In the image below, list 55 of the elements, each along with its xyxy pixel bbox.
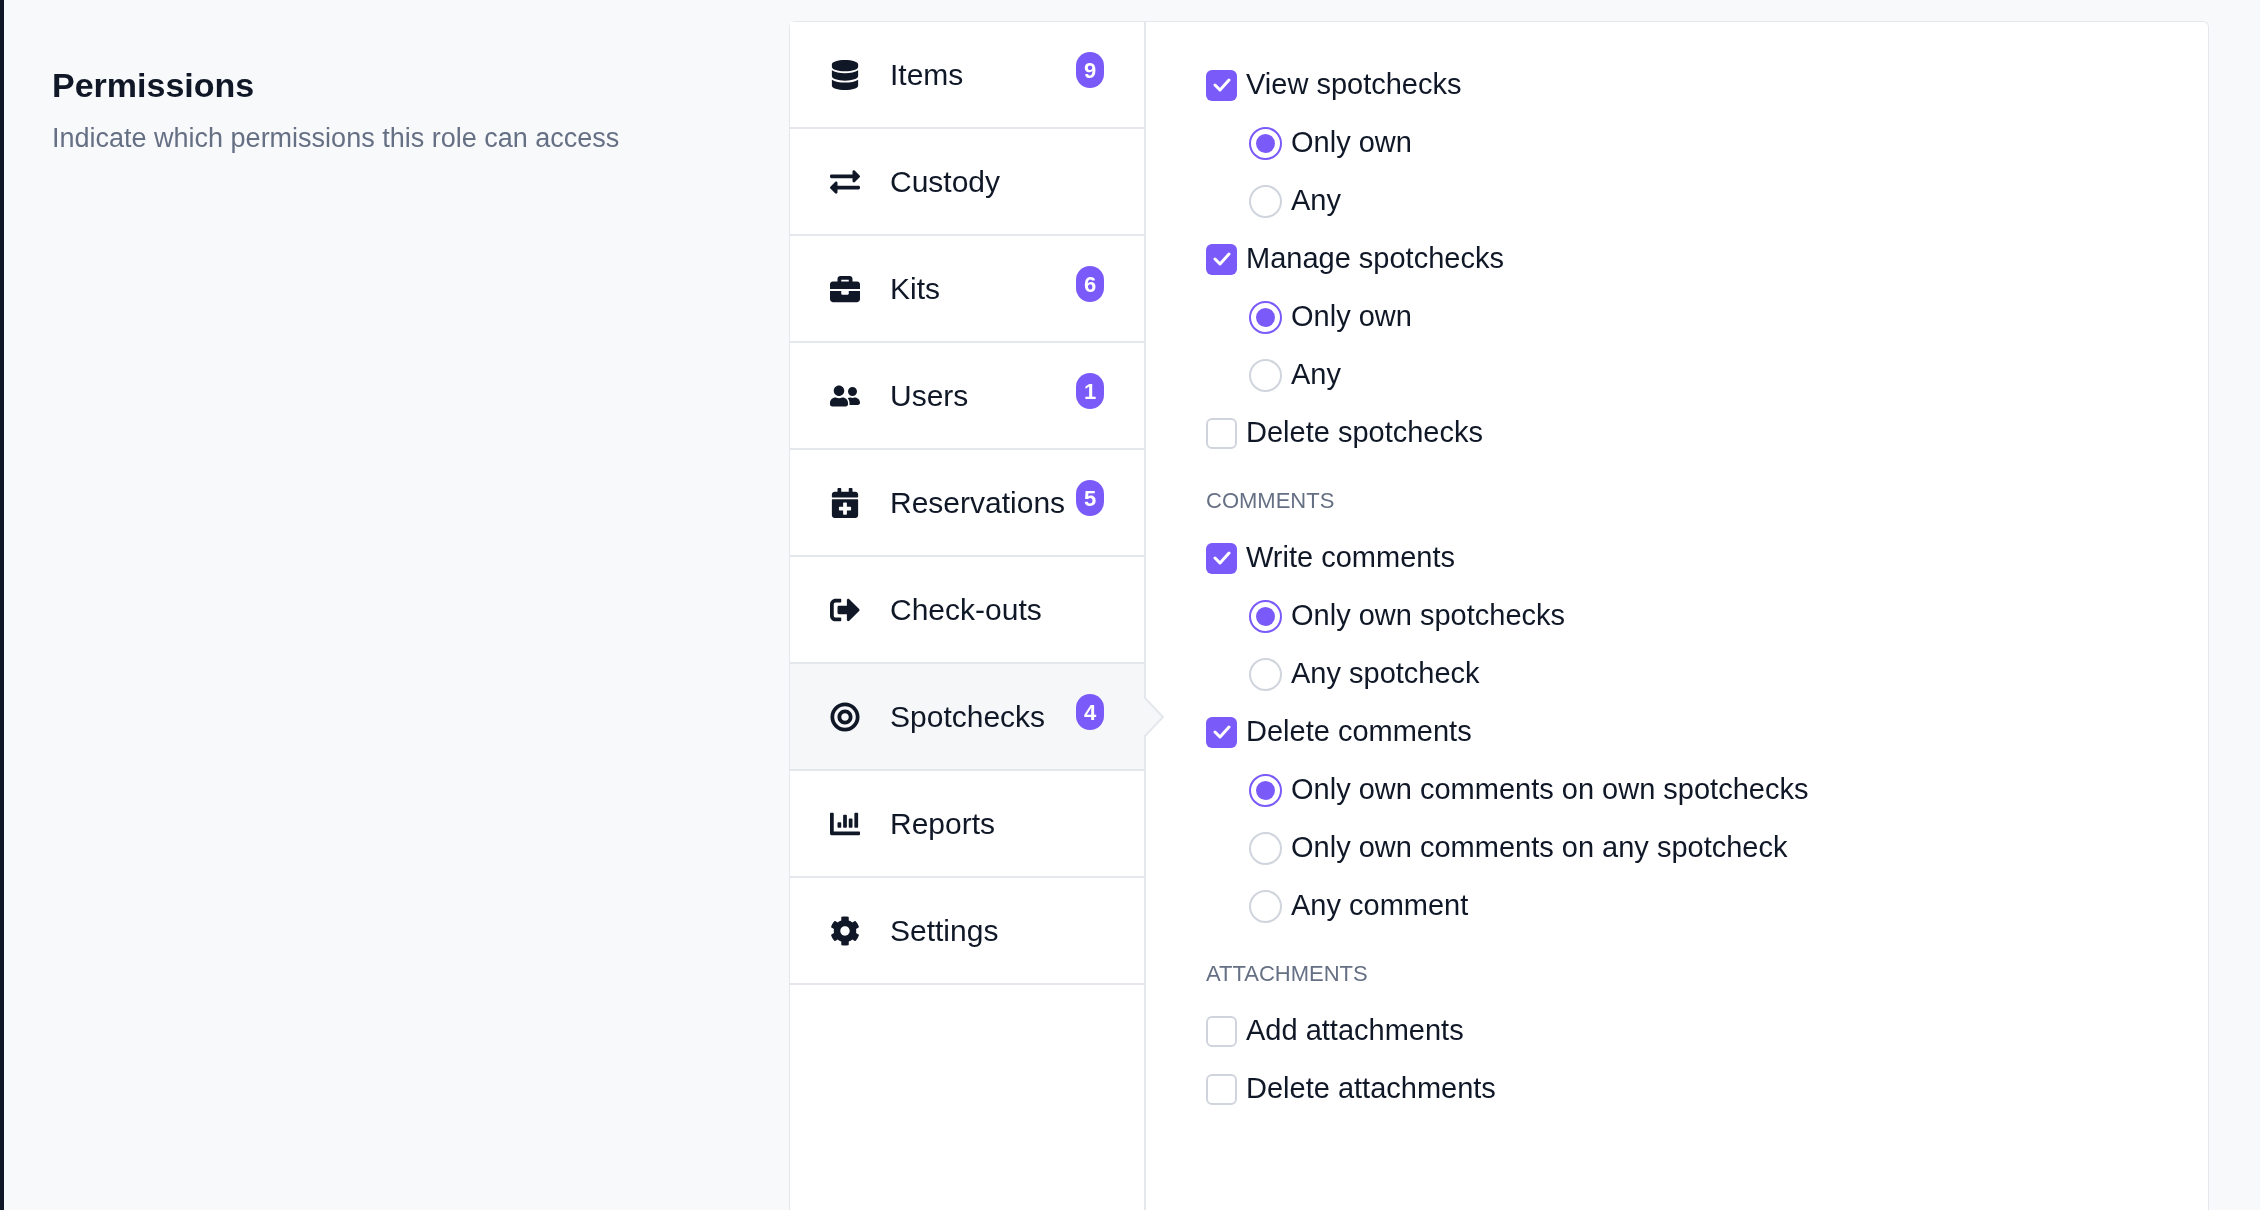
settings-icon xyxy=(830,915,860,946)
permission-label: Add attachments xyxy=(1246,1013,1464,1049)
checkbox[interactable] xyxy=(1206,716,1237,748)
checkbox[interactable] xyxy=(1206,243,1237,275)
count-badge: 4 xyxy=(1076,694,1104,730)
check-icon xyxy=(1212,551,1231,565)
nav-label: Users xyxy=(890,378,969,414)
option-label: Any spotcheck xyxy=(1291,656,1480,692)
calendar-plus-icon xyxy=(830,487,860,518)
permission-label: Delete comments xyxy=(1246,714,1472,750)
count-badge: 6 xyxy=(1076,266,1104,302)
checkbox[interactable] xyxy=(1206,1015,1237,1047)
check-icon xyxy=(1212,725,1231,739)
radio-button[interactable] xyxy=(1249,599,1282,633)
permission-label: View spotchecks xyxy=(1246,67,1462,103)
option-label: Only own comments on own spotchecks xyxy=(1291,772,1809,808)
group-heading: ATTACHMENTS xyxy=(1206,960,1369,988)
option-label: Only own spotchecks xyxy=(1291,598,1565,634)
nav-label: Spotchecks xyxy=(890,699,1046,735)
nav-item[interactable]: Items 9 xyxy=(790,22,1144,129)
checkbox[interactable] xyxy=(1206,417,1237,449)
radio-button[interactable] xyxy=(1249,773,1282,807)
option-label: Only own xyxy=(1291,125,1412,161)
count-badge: 5 xyxy=(1076,480,1104,516)
checkbox[interactable] xyxy=(1206,1073,1237,1105)
database-icon xyxy=(830,59,860,90)
count-badge: 1 xyxy=(1076,373,1104,409)
nav-label: Settings xyxy=(890,913,999,949)
nav-label: Check-outs xyxy=(890,592,1042,628)
radio-button[interactable] xyxy=(1249,300,1282,334)
count-badge: 9 xyxy=(1076,52,1104,88)
group-heading: COMMENTS xyxy=(1206,487,1336,515)
permission-label: Write comments xyxy=(1246,540,1455,576)
section-title: Permissions xyxy=(52,65,256,106)
nav-label: Reports xyxy=(890,806,996,842)
nav-label: Custody xyxy=(890,164,1001,200)
check-icon xyxy=(1212,78,1231,92)
option-label: Only own xyxy=(1291,299,1412,335)
option-label: Any comment xyxy=(1291,888,1469,924)
briefcase-icon xyxy=(830,273,860,304)
option-label: Only own comments on any spotcheck xyxy=(1291,830,1788,866)
permission-label: Manage spotchecks xyxy=(1246,241,1504,277)
permission-label: Delete spotchecks xyxy=(1246,415,1483,451)
option-label: Any xyxy=(1291,357,1341,393)
nav-label: Items xyxy=(890,57,964,93)
target-icon xyxy=(830,701,860,732)
permission-label: Delete attachments xyxy=(1246,1071,1496,1107)
check-icon xyxy=(1212,252,1231,266)
option-label: Any xyxy=(1291,183,1341,219)
nav-label: Reservations xyxy=(890,485,1066,521)
radio-button[interactable] xyxy=(1249,126,1282,160)
checkbox[interactable] xyxy=(1206,542,1237,574)
section-description: Indicate which permissions this role can access xyxy=(52,122,621,155)
nav-label: Kits xyxy=(890,271,940,307)
checkbox[interactable] xyxy=(1206,69,1237,101)
